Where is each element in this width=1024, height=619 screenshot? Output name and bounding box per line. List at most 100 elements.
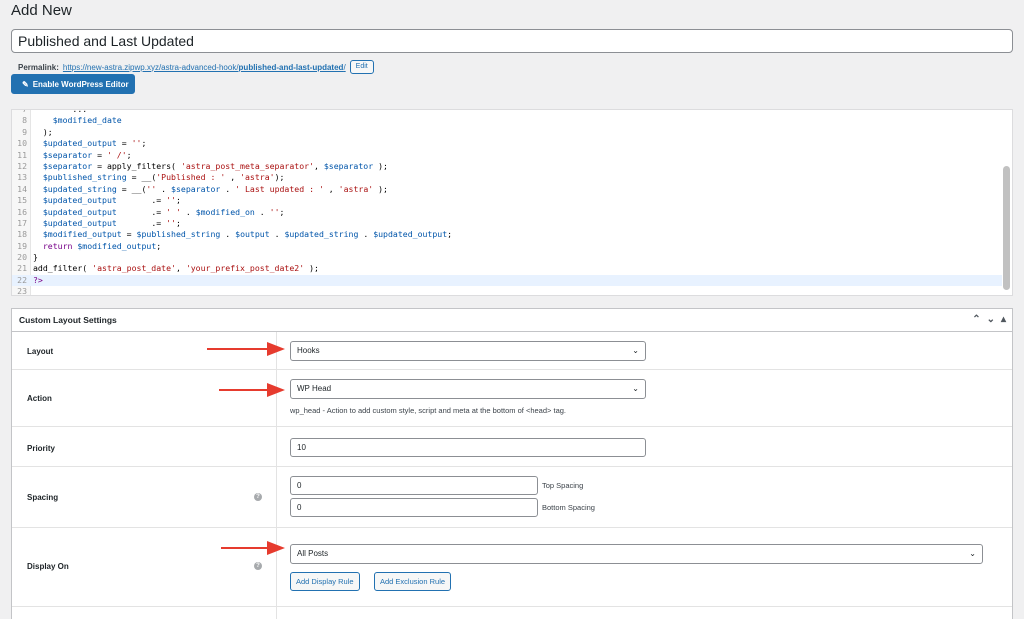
permalink-url-trailing: / xyxy=(343,62,346,72)
code-line: 14 $updated_string = __('' . $separator … xyxy=(12,184,1002,195)
code-text: return $modified_output; xyxy=(42,240,162,251)
action-select[interactable]: WP Head ⌄ xyxy=(290,379,646,399)
line-number: 16 xyxy=(17,206,27,217)
enable-wordpress-editor-label: Enable WordPress Editor xyxy=(32,79,129,89)
action-select-value: WP Head xyxy=(297,384,332,393)
line-number: 20 xyxy=(17,252,27,263)
line-number: 15 xyxy=(17,195,27,206)
top-spacing-input[interactable]: 0 xyxy=(290,476,538,495)
annotation-arrow-action xyxy=(219,383,285,397)
code-line: 20} xyxy=(12,252,1002,263)
layout-select-value: Hooks xyxy=(297,346,320,355)
chevron-down-icon: ⌄ xyxy=(632,384,639,393)
permalink-row: Permalink: https://new-astra.zipwp.xyz/a… xyxy=(18,60,374,74)
move-down-icon[interactable]: ⌄ xyxy=(987,314,995,325)
priority-label: Priority xyxy=(27,444,56,453)
code-text: $updated_output .= ''; xyxy=(42,195,181,206)
custom-layout-settings-metabox: Custom Layout Settings ⌃ ⌄ ▴ Layout Hook… xyxy=(11,308,1013,619)
code-text: $updated_output .= ''; xyxy=(42,217,181,228)
metabox-header: Custom Layout Settings ⌃ ⌄ ▴ xyxy=(12,309,1012,332)
line-number: 13 xyxy=(17,172,27,183)
code-text: $modified_output = $published_string . $… xyxy=(42,229,453,240)
line-number: 10 xyxy=(17,138,27,149)
priority-input[interactable]: 10 xyxy=(290,438,646,457)
enable-wordpress-editor-button[interactable]: ✎ Enable WordPress Editor xyxy=(11,74,135,94)
code-line: 9 ); xyxy=(12,127,1002,138)
code-line: 10 $updated_output = ''; xyxy=(12,138,1002,149)
display-on-label: Display On xyxy=(27,562,69,571)
line-number: 18 xyxy=(17,229,27,240)
help-icon[interactable]: ? xyxy=(254,562,262,570)
line-number: 8 xyxy=(22,115,27,126)
bottom-spacing-label: Bottom Spacing xyxy=(542,503,595,512)
permalink-link[interactable]: https://new-astra.zipwp.xyz/astra-advanc… xyxy=(63,63,346,72)
bottom-spacing-value: 0 xyxy=(297,503,302,512)
code-line: 16 $updated_output .= ' ' . $modified_on… xyxy=(12,207,1002,218)
code-editor[interactable]: 7 ... 8 $modified_date 9 ); 10 $updated_out… xyxy=(11,109,1013,296)
line-number: 14 xyxy=(17,183,27,194)
metabox-title: Custom Layout Settings xyxy=(19,315,117,325)
code-text: $updated_string = __('' . $separator . '… xyxy=(42,183,388,194)
code-line: 12 $separator = apply_filters( 'astra_po… xyxy=(12,161,1002,172)
annotation-arrow-display-on xyxy=(221,541,285,555)
code-lines: 7 ... 8 $modified_date 9 ); 10 $updated_out… xyxy=(12,110,1002,296)
code-text: ?> xyxy=(33,274,43,285)
spacing-label: Spacing xyxy=(27,493,59,502)
display-on-select[interactable]: All Posts ⌄ xyxy=(290,544,983,564)
line-number: 12 xyxy=(17,160,27,171)
code-text: $modified_date xyxy=(52,115,122,126)
layout-row: Layout Hooks ⌄ xyxy=(12,332,1012,370)
move-up-icon[interactable]: ⌃ xyxy=(972,314,980,325)
bottom-spacing-input[interactable]: 0 xyxy=(290,498,538,517)
top-spacing-label: Top Spacing xyxy=(542,481,584,490)
add-exclusion-rule-button[interactable]: Add Exclusion Rule xyxy=(374,572,452,591)
chevron-down-icon: ⌄ xyxy=(969,549,976,558)
display-on-select-value: All Posts xyxy=(297,549,329,558)
line-number: 23 xyxy=(17,286,27,296)
line-number: 9 xyxy=(22,126,27,137)
line-number: 17 xyxy=(17,217,27,228)
line-number: 11 xyxy=(17,149,27,160)
annotation-arrow-layout xyxy=(207,342,285,356)
line-number: 22 xyxy=(17,274,27,285)
permalink-edit-button[interactable]: Edit xyxy=(349,60,374,74)
code-line: 18 $modified_output = $published_string … xyxy=(12,229,1002,240)
layout-label: Layout xyxy=(27,347,54,356)
action-row: Action WP Head ⌄ wp_head - Action to add… xyxy=(12,370,1012,427)
code-line: 23 xyxy=(12,286,1002,296)
action-label: Action xyxy=(27,394,52,403)
add-display-rule-button[interactable]: Add Display Rule xyxy=(290,572,360,591)
code-text: $separator = ' /'; xyxy=(42,149,132,160)
priority-row: Priority 10 xyxy=(12,427,1012,467)
code-text: $updated_output .= ' ' . $modified_on . … xyxy=(42,206,285,217)
code-line: 13 $published_string = __('Published : '… xyxy=(12,172,1002,183)
permalink-label: Permalink: xyxy=(18,62,59,72)
code-text: $separator = apply_filters( 'astra_post_… xyxy=(42,160,388,171)
code-line: 17 $updated_output .= ''; xyxy=(12,218,1002,229)
line-number: 21 xyxy=(17,263,27,274)
layout-select[interactable]: Hooks ⌄ xyxy=(290,341,646,361)
chevron-down-icon: ⌄ xyxy=(632,346,639,355)
code-editor-scrollbar[interactable] xyxy=(1003,166,1010,290)
action-description: wp_head - Action to add custom style, sc… xyxy=(290,406,566,415)
help-icon[interactable]: ? xyxy=(254,493,262,501)
code-text: $updated_output = ''; xyxy=(42,138,147,149)
spacing-row: Spacing ? 0 Top Spacing 0 Bottom Spacing xyxy=(12,467,1012,528)
code-line: 8 $modified_date xyxy=(12,115,1002,126)
code-line: 21 add_filter( 'astra_post_date', 'your_p… xyxy=(12,263,1002,274)
permalink-slug: published-and-last-updated xyxy=(238,62,344,72)
code-line: 15 $updated_output .= ''; xyxy=(12,195,1002,206)
code-line: 19 return $modified_output; xyxy=(12,241,1002,252)
permalink-url-base: https://new-astra.zipwp.xyz/astra-advanc… xyxy=(62,62,239,72)
post-title-input[interactable] xyxy=(11,29,1013,53)
priority-value: 10 xyxy=(297,443,306,452)
top-spacing-value: 0 xyxy=(297,481,302,490)
page-title: Add New xyxy=(11,2,72,19)
display-on-row: Display On ? All Posts ⌄ Add Display Rul… xyxy=(12,528,1012,607)
code-text: ); xyxy=(33,126,53,137)
toggle-panel-icon[interactable]: ▴ xyxy=(1001,314,1006,325)
code-text: add_filter( 'astra_post_date', 'your_pre… xyxy=(33,263,319,274)
code-text: $published_string = __('Published : ' , … xyxy=(42,172,285,183)
pencil-icon: ✎ xyxy=(22,79,29,89)
line-number: 19 xyxy=(17,240,27,251)
